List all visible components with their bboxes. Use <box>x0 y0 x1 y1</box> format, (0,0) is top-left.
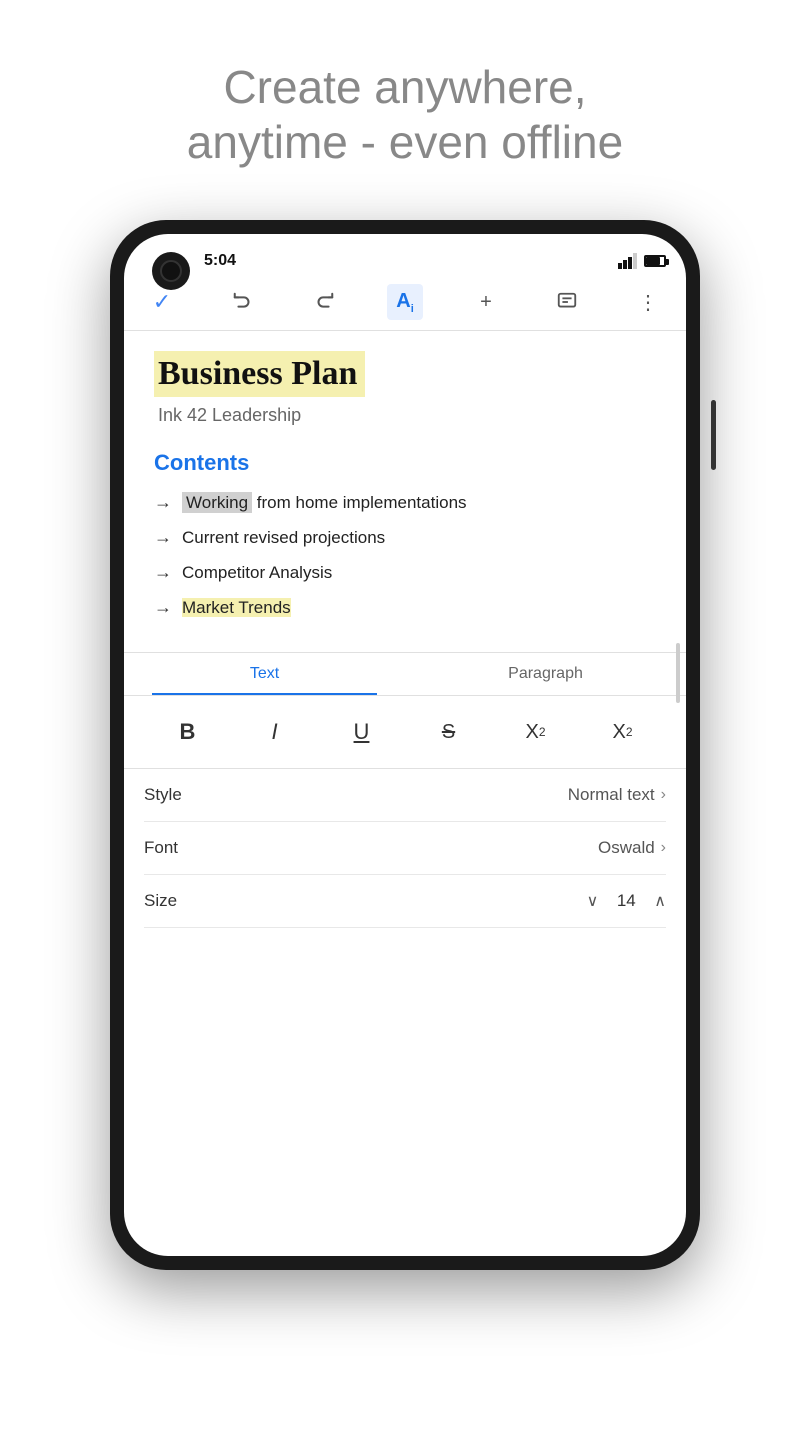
comment-icon <box>556 291 578 313</box>
tab-paragraph[interactable]: Paragraph <box>405 653 686 695</box>
document-heading: Contents <box>154 450 656 476</box>
undo-icon <box>232 291 254 313</box>
list-item: → Competitor Analysis <box>154 562 656 583</box>
status-bar: 5:04 <box>124 234 686 278</box>
font-row[interactable]: Font Oswald › <box>144 822 666 875</box>
highlighted-text: Working <box>182 492 252 513</box>
tagline-text: Create anywhere, anytime - even offline <box>127 0 683 220</box>
status-icons <box>618 253 666 269</box>
format-panel: Text Paragraph B I U S X2 X2 Style Norma… <box>124 652 686 928</box>
style-row[interactable]: Style Normal text › <box>144 769 666 822</box>
size-controls: ∨ 14 ∧ <box>587 891 666 911</box>
style-label: Style <box>144 785 182 805</box>
text-format-icon: Ai <box>396 290 414 315</box>
list-item-text: Market Trends <box>182 598 291 618</box>
list-arrow: → <box>154 562 172 583</box>
more-button[interactable]: ⋮ <box>630 284 666 320</box>
bold-button[interactable]: B <box>168 712 208 752</box>
font-label: Font <box>144 838 178 858</box>
yellow-highlighted-text: Market Trends <box>182 598 291 617</box>
redo-icon <box>313 291 335 313</box>
list-item: → Market Trends <box>154 597 656 618</box>
document-subtitle: Ink 42 Leadership <box>154 405 656 426</box>
phone-frame: 5:04 ✓ <box>110 220 700 1270</box>
list-item-text: Competitor Analysis <box>182 563 332 583</box>
redo-button[interactable] <box>306 284 342 320</box>
list-arrow: → <box>154 597 172 618</box>
document-list: → Working from home implementations → Cu… <box>154 492 656 618</box>
subscript-button[interactable]: X2 <box>603 712 643 752</box>
check-button[interactable]: ✓ <box>144 284 180 320</box>
text-format-button[interactable]: Ai <box>387 284 423 320</box>
document-content: Business Plan Ink 42 Leadership Contents… <box>124 331 686 652</box>
chevron-right-icon: › <box>661 839 666 857</box>
chevron-right-icon: › <box>661 786 666 804</box>
format-buttons: B I U S X2 X2 <box>124 696 686 769</box>
size-increase-button[interactable]: ∧ <box>654 891 666 911</box>
size-row: Size ∨ 14 ∧ <box>144 875 666 928</box>
list-arrow: → <box>154 527 172 548</box>
volume-button <box>711 400 716 470</box>
phone-screen: 5:04 ✓ <box>124 234 686 1256</box>
camera-lens <box>160 260 182 282</box>
underline-button[interactable]: U <box>342 712 382 752</box>
list-item-text: Working from home implementations <box>182 493 467 513</box>
superscript-button[interactable]: X2 <box>516 712 556 752</box>
size-label: Size <box>144 891 177 911</box>
battery-icon <box>644 255 666 267</box>
strikethrough-button[interactable]: S <box>429 712 469 752</box>
font-value: Oswald › <box>598 838 666 858</box>
list-item: → Current revised projections <box>154 527 656 548</box>
format-rows: Style Normal text › Font Oswald › Size <box>124 769 686 928</box>
italic-button[interactable]: I <box>255 712 295 752</box>
list-arrow: → <box>154 492 172 513</box>
size-decrease-button[interactable]: ∨ <box>587 891 599 911</box>
comment-button[interactable] <box>549 284 585 320</box>
add-button[interactable]: + <box>468 284 504 320</box>
document-title: Business Plan <box>154 351 365 397</box>
status-time: 5:04 <box>204 252 236 270</box>
signal-icon <box>618 253 638 269</box>
style-value: Normal text › <box>568 785 666 805</box>
undo-button[interactable] <box>225 284 261 320</box>
list-item-text: Current revised projections <box>182 528 385 548</box>
tab-text[interactable]: Text <box>124 653 405 695</box>
size-value: 14 <box>614 891 638 911</box>
format-tabs: Text Paragraph <box>124 653 686 696</box>
toolbar: ✓ Ai + <box>124 278 686 331</box>
list-item: → Working from home implementations <box>154 492 656 513</box>
